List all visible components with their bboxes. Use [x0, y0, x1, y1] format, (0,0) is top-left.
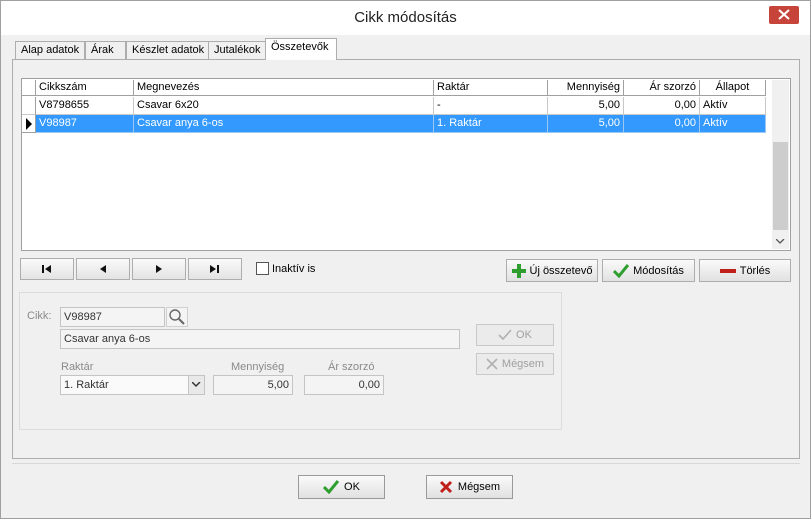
cell-raktar: 1. Raktár: [434, 115, 548, 133]
minus-icon: [719, 268, 736, 273]
mennyiseg-label: Mennyiség: [231, 361, 285, 373]
column-header-megnevezes[interactable]: Megnevezés: [134, 80, 434, 96]
ar-szorzo-field[interactable]: 0,00: [304, 375, 384, 395]
plus-icon: [511, 263, 526, 278]
cikk-label: Cikk:: [27, 310, 52, 322]
raktar-label: Raktár: [61, 361, 94, 373]
cell-raktar: -: [434, 97, 548, 115]
modify-label: Módosítás: [633, 264, 684, 277]
column-header-mennyiseg[interactable]: Mennyiség: [548, 80, 624, 96]
delete-label: Törlés: [739, 264, 771, 277]
detail-cancel-label: Mégsem: [501, 358, 545, 370]
last-record-button[interactable]: [188, 258, 242, 280]
column-header-allapot[interactable]: Állapot: [700, 80, 766, 96]
first-record-button[interactable]: [20, 258, 74, 280]
raktar-select[interactable]: 1. Raktár: [60, 375, 205, 395]
footer-ok-button[interactable]: OK: [298, 475, 385, 499]
new-component-button[interactable]: Új összetevő: [506, 259, 598, 282]
dialog-window: Cikk módosítás Alap adatok Árak Készlet …: [0, 0, 811, 519]
modify-button[interactable]: Módosítás: [602, 259, 695, 282]
title-bar: Cikk módosítás: [1, 1, 810, 35]
x-icon: [439, 480, 452, 494]
cell-cikkszam: V98987: [36, 115, 134, 133]
ar-szorzo-label: Ár szorzó: [328, 361, 375, 373]
row-indicator: [22, 115, 36, 133]
footer-ok-label: OK: [344, 481, 360, 493]
raktar-select-value: 1. Raktár: [64, 379, 109, 391]
tab-arak[interactable]: Árak: [85, 41, 126, 59]
scroll-down-icon[interactable]: [776, 239, 785, 245]
delete-button[interactable]: Törlés: [699, 259, 791, 282]
tab-label: Összetevők: [271, 41, 329, 53]
check-icon: [613, 263, 630, 278]
tab-panel-osszetevok: Cikkszám Megnevezés Raktár Mennyiség Ár …: [12, 59, 800, 459]
cikk-name-field[interactable]: Csavar anya 6-os: [60, 329, 460, 349]
cell-ar-szorzo: 0,00: [624, 97, 700, 115]
next-record-icon: [156, 265, 162, 273]
tab-label: Készlet adatok: [132, 44, 205, 56]
column-header-ar-szorzo[interactable]: Ár szorzó: [624, 80, 700, 96]
grid-vertical-scrollbar[interactable]: [772, 80, 789, 249]
component-detail-group: Cikk: V98987 Csavar anya 6-os Raktár 1. …: [19, 292, 562, 430]
tab-keszlet-adatok[interactable]: Készlet adatok: [126, 41, 211, 59]
last-record-icon: [210, 265, 219, 273]
check-icon: [498, 329, 512, 341]
chevron-down-icon: [192, 382, 201, 388]
inactive-checkbox-label: Inaktív is: [272, 262, 316, 275]
cell-allapot: Aktív: [700, 97, 766, 115]
scrollbar-thumb[interactable]: [773, 142, 788, 230]
close-button[interactable]: [769, 6, 799, 24]
grid-header: Cikkszám Megnevezés Raktár Mennyiség Ár …: [22, 80, 766, 96]
new-component-label: Új összetevő: [529, 264, 593, 277]
detail-ok-label: OK: [516, 329, 532, 341]
tab-osszetevok[interactable]: Összetevők: [265, 38, 337, 60]
tab-label: Alap adatok: [21, 44, 80, 56]
cell-allapot: Aktív: [700, 115, 766, 133]
column-header-raktar[interactable]: Raktár: [434, 80, 548, 96]
next-record-button[interactable]: [132, 258, 186, 280]
x-icon: [486, 358, 498, 370]
inactive-checkbox-wrap[interactable]: Inaktív is: [256, 262, 315, 275]
cell-megnevezes: Csavar 6x20: [134, 97, 434, 115]
footer-separator: [12, 463, 800, 464]
table-row-selected[interactable]: V98987 Csavar anya 6-os 1. Raktár 5,00 0…: [22, 115, 766, 133]
cell-mennyiseg: 5,00: [548, 97, 624, 115]
mennyiseg-field[interactable]: 5,00: [213, 375, 293, 395]
tab-label: Jutalékok: [214, 44, 261, 56]
cell-cikkszam: V8798655: [36, 97, 134, 115]
table-row[interactable]: V8798655 Csavar 6x20 - 5,00 0,00 Aktív: [22, 97, 766, 115]
column-header-cikkszam[interactable]: Cikkszám: [36, 80, 134, 96]
cikk-search-button[interactable]: [166, 307, 188, 327]
tab-alap-adatok[interactable]: Alap adatok: [15, 41, 86, 59]
search-icon: [169, 309, 185, 325]
check-icon: [323, 480, 340, 494]
prev-record-button[interactable]: [76, 258, 130, 280]
components-grid[interactable]: Cikkszám Megnevezés Raktár Mennyiség Ár …: [21, 78, 791, 251]
footer-cancel-button[interactable]: Mégsem: [426, 475, 513, 499]
detail-cancel-button[interactable]: Mégsem: [476, 353, 554, 375]
raktar-dropdown-button[interactable]: [188, 376, 204, 394]
footer-cancel-label: Mégsem: [457, 481, 501, 493]
header-indicator: [22, 80, 36, 96]
first-record-icon: [42, 265, 51, 273]
close-icon: [778, 9, 790, 20]
inactive-checkbox[interactable]: [256, 262, 269, 275]
cell-megnevezes: Csavar anya 6-os: [134, 115, 434, 133]
detail-ok-button[interactable]: OK: [476, 324, 554, 346]
window-title: Cikk módosítás: [354, 9, 457, 26]
cell-mennyiseg: 5,00: [548, 115, 624, 133]
tab-label: Árak: [91, 44, 114, 56]
row-indicator: [22, 97, 36, 115]
prev-record-icon: [100, 265, 106, 273]
cell-ar-szorzo: 0,00: [624, 115, 700, 133]
tab-jutalekok[interactable]: Jutalékok: [208, 41, 267, 59]
cikk-code-field[interactable]: V98987: [60, 307, 165, 327]
current-row-arrow-icon: [26, 118, 32, 130]
